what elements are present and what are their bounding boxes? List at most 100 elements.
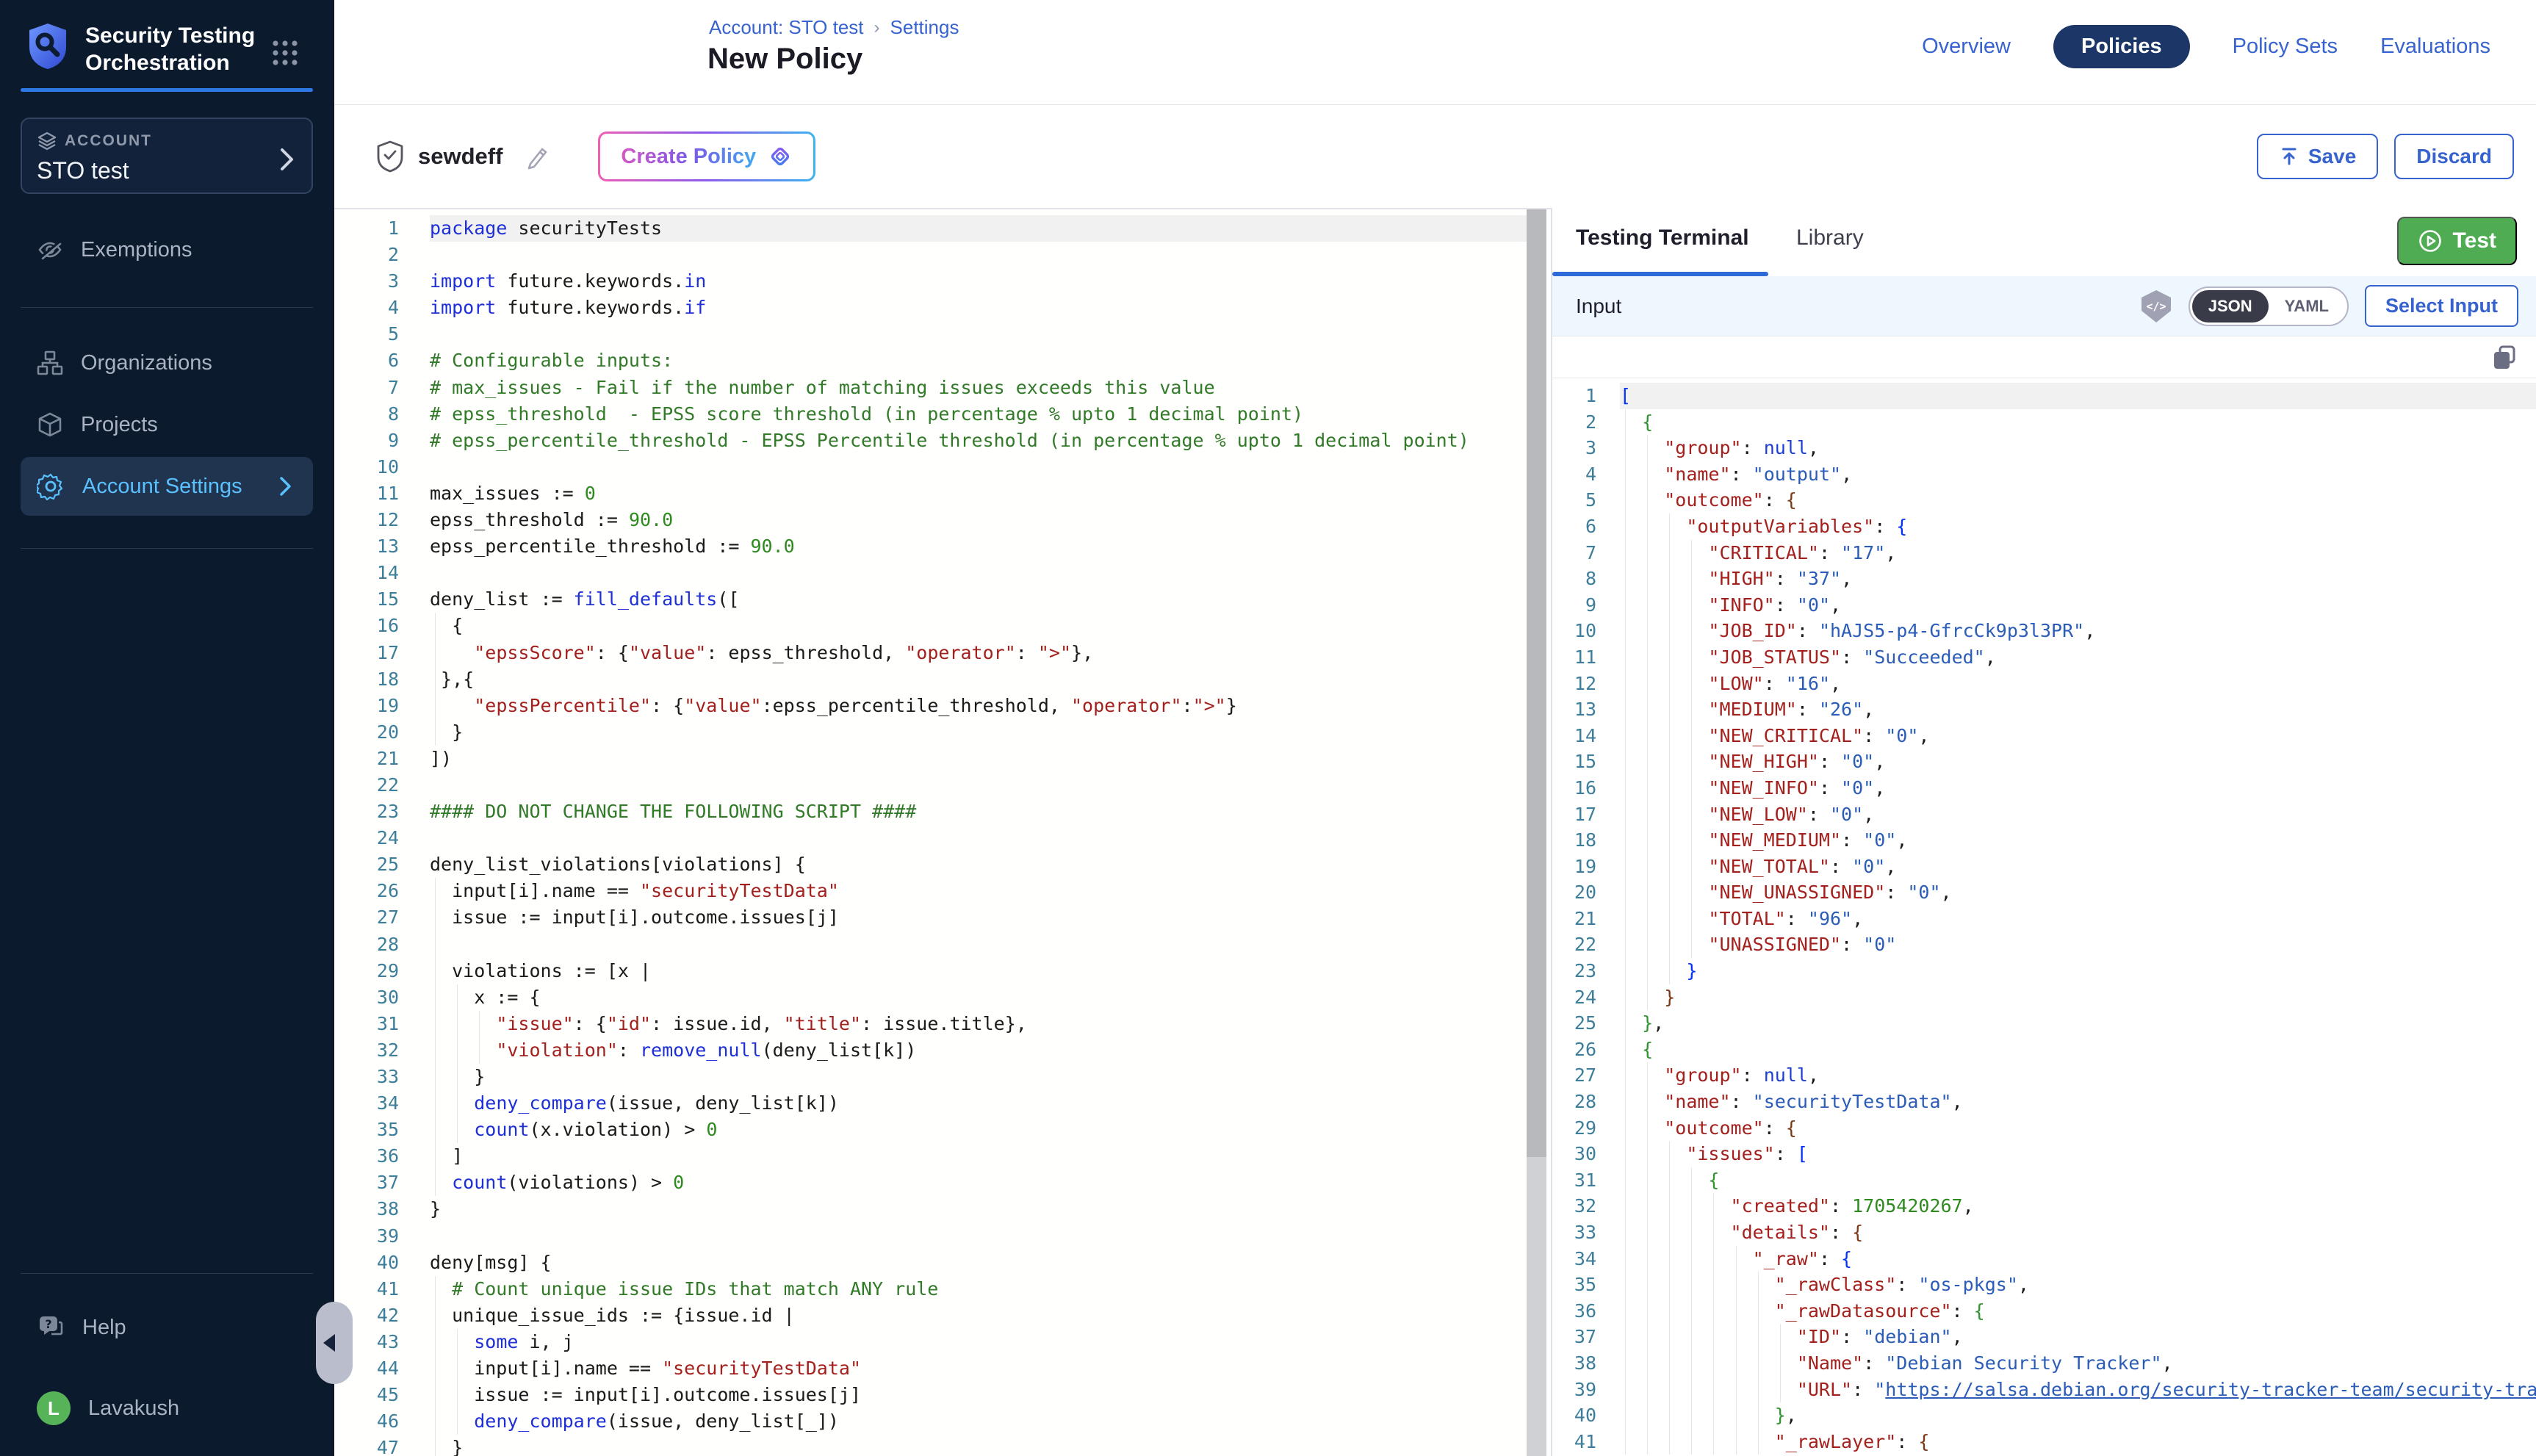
collapse-left-icon xyxy=(323,1334,335,1352)
edit-pencil-icon[interactable] xyxy=(523,142,552,171)
terminal-tabs: Testing Terminal Library Test xyxy=(1552,208,2536,276)
code-line: 1package securityTests xyxy=(334,215,1527,242)
account-label: ACCOUNT xyxy=(65,132,152,150)
code-line: 20 } xyxy=(334,719,1527,746)
sidebar-item-organizations[interactable]: Organizations xyxy=(21,337,313,389)
test-button[interactable]: Test xyxy=(2397,217,2517,265)
code-line: 14 "NEW_CRITICAL": "0", xyxy=(1552,723,2536,749)
discard-button[interactable]: Discard xyxy=(2394,134,2514,179)
code-line: 16 "NEW_INFO": "0", xyxy=(1552,775,2536,801)
sidebar-item-exemptions[interactable]: Exemptions xyxy=(21,224,313,275)
tab-policies[interactable]: Policies xyxy=(2053,25,2190,68)
breadcrumb-account-link[interactable]: Account: STO test xyxy=(709,16,864,39)
input-editor-toolbar xyxy=(1552,336,2536,378)
gear-icon xyxy=(37,472,65,500)
code-line: 1[ xyxy=(1552,383,2536,409)
policy-toolbar: sewdeff Create Policy xyxy=(334,105,2536,208)
code-line: 2 xyxy=(334,242,1527,268)
code-line: 34 deny_compare(issue, deny_list[k]) xyxy=(334,1090,1527,1117)
code-line: 8 "HIGH": "37", xyxy=(1552,566,2536,592)
code-line: 35 count(x.violation) > 0 xyxy=(334,1117,1527,1143)
code-line: 19 "epssPercentile": {"value":epss_perce… xyxy=(334,693,1527,719)
code-line: 38 "Name": "Debian Security Tracker", xyxy=(1552,1350,2536,1377)
svg-text:</>: </> xyxy=(2146,300,2166,313)
code-line: 37 count(violations) > 0 xyxy=(334,1170,1527,1196)
code-line: 4import future.keywords.if xyxy=(334,295,1527,321)
sidebar-item-account-settings[interactable]: Account Settings xyxy=(21,457,313,516)
code-line: 23#### DO NOT CHANGE THE FOLLOWING SCRIP… xyxy=(334,799,1527,825)
tab-testing-terminal[interactable]: Testing Terminal xyxy=(1576,226,1749,251)
sidebar-item-help[interactable]: ? Help xyxy=(21,1302,313,1353)
code-line: 25deny_list_violations[violations] { xyxy=(334,851,1527,878)
code-line: 14 xyxy=(334,560,1527,586)
code-line: 29 violations := [x | xyxy=(334,958,1527,984)
code-line: 9 "INFO": "0", xyxy=(1552,592,2536,619)
rego-policy-editor[interactable]: 1package securityTests23import future.ke… xyxy=(334,209,1527,1456)
code-line: 5 xyxy=(334,321,1527,347)
code-line: 25 }, xyxy=(1552,1010,2536,1037)
code-line: 28 xyxy=(334,931,1527,958)
page-title: New Policy xyxy=(707,43,862,76)
code-line: 43 some i, j xyxy=(334,1329,1527,1355)
test-input-json-editor[interactable]: 1[2 {3 "group": null,4 "name": "output",… xyxy=(1552,378,2536,1456)
code-line: 11 "JOB_STATUS": "Succeeded", xyxy=(1552,644,2536,671)
user-menu[interactable]: L Lavakush xyxy=(21,1383,313,1434)
code-line: 3 "group": null, xyxy=(1552,435,2536,461)
input-section-header: Input </> JSON YAML Select Input xyxy=(1552,276,2536,336)
code-line: 33 } xyxy=(334,1064,1527,1090)
code-line: 12epss_threshold := 90.0 xyxy=(334,507,1527,533)
code-line: 10 "JOB_ID": "hAJS5-p4-GfrcCk9p3l3PR", xyxy=(1552,618,2536,644)
format-option-json[interactable]: JSON xyxy=(2192,290,2269,322)
sidebar-accent-divider xyxy=(21,88,313,92)
module-grid-icon[interactable] xyxy=(270,38,300,68)
tab-policy-sets[interactable]: Policy Sets xyxy=(2233,35,2338,59)
chevron-right-icon xyxy=(279,476,292,497)
code-line: 15 "NEW_HIGH": "0", xyxy=(1552,749,2536,775)
tab-library[interactable]: Library xyxy=(1796,226,1864,251)
sidebar-item-projects[interactable]: Projects xyxy=(21,399,313,450)
save-button[interactable]: Save xyxy=(2257,134,2378,179)
code-line: 13 "MEDIUM": "26", xyxy=(1552,696,2536,723)
code-line: 4 "name": "output", xyxy=(1552,461,2536,488)
app-title: Security Testing Orchestration xyxy=(85,22,269,76)
policy-gem-icon xyxy=(768,144,793,169)
page-header: Account: STO test › Settings New Policy … xyxy=(334,0,2536,104)
code-line: 31 "issue": {"id": issue.id, "title": is… xyxy=(334,1011,1527,1037)
code-line: 10 xyxy=(334,454,1527,480)
code-line: 40 }, xyxy=(1552,1402,2536,1429)
create-policy-button[interactable]: Create Policy xyxy=(598,131,815,181)
code-line: 39 "URL": "https://salsa.debian.org/secu… xyxy=(1552,1377,2536,1403)
code-line: 38} xyxy=(334,1196,1527,1222)
editor-scrollbar[interactable] xyxy=(1527,209,1546,1456)
code-line: 6 "outputVariables": { xyxy=(1552,513,2536,540)
code-line: 13epss_percentile_threshold := 90.0 xyxy=(334,533,1527,560)
org-chart-icon xyxy=(37,350,63,376)
format-option-yaml[interactable]: YAML xyxy=(2269,290,2345,322)
code-line: 41 "_rawLayer": { xyxy=(1552,1429,2536,1455)
format-toggle: JSON YAML xyxy=(2189,286,2349,326)
breadcrumb-settings-link[interactable]: Settings xyxy=(890,16,959,39)
code-line: 21 "TOTAL": "96", xyxy=(1552,906,2536,932)
code-line: 37 "ID": "debian", xyxy=(1552,1324,2536,1350)
scrollbar-thumb[interactable] xyxy=(1527,209,1546,1157)
code-line: 31 { xyxy=(1552,1167,2536,1194)
code-format-icon[interactable]: </> xyxy=(2140,289,2172,324)
app-header: Security Testing Orchestration xyxy=(26,22,269,76)
input-label: Input xyxy=(1576,295,1621,318)
help-chat-icon: ? xyxy=(37,1313,65,1341)
tab-evaluations[interactable]: Evaluations xyxy=(2380,35,2490,59)
select-input-button[interactable]: Select Input xyxy=(2365,285,2518,327)
sidebar-divider xyxy=(21,307,313,308)
code-line: 19 "NEW_TOTAL": "0", xyxy=(1552,854,2536,880)
chevron-right-icon xyxy=(279,147,295,172)
copy-icon[interactable] xyxy=(2490,344,2518,372)
code-line: 30 "issues": [ xyxy=(1552,1141,2536,1167)
sidebar-collapse-handle[interactable] xyxy=(316,1302,353,1384)
code-line: 15deny_list := fill_defaults([ xyxy=(334,586,1527,613)
code-line: 28 "name": "securityTestData", xyxy=(1552,1089,2536,1115)
tab-overview[interactable]: Overview xyxy=(1922,35,2011,59)
code-line: 17 "epssScore": {"value": epss_threshold… xyxy=(334,640,1527,666)
policy-name: sewdeff xyxy=(418,143,502,170)
account-selector[interactable]: ACCOUNT STO test xyxy=(21,118,313,194)
code-line: 40deny[msg] { xyxy=(334,1250,1527,1276)
